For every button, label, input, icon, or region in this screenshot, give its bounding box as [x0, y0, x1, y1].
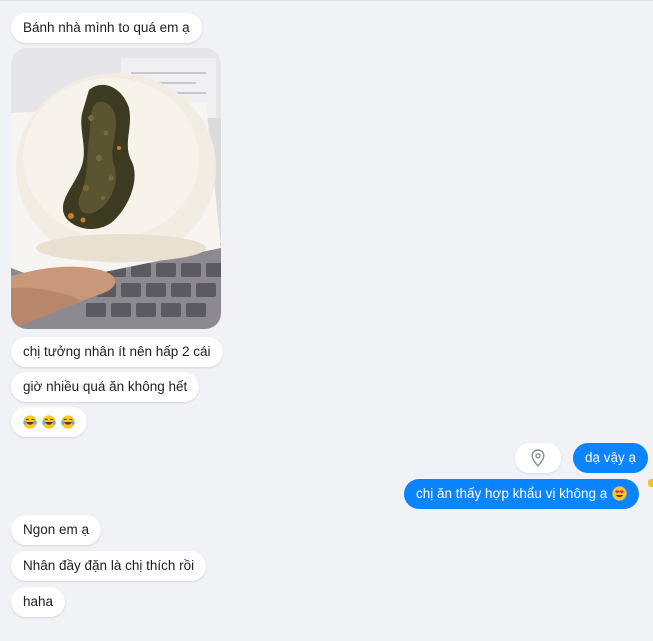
message-outgoing[interactable]: chị ăn thấy hợp khẩu vị không ạ	[404, 479, 640, 509]
message-text: dạ vậy ạ	[585, 450, 637, 465]
message-incoming[interactable]: Nhân đầy đặn là chị thích rồi	[11, 551, 207, 581]
message-incoming-emoji[interactable]	[11, 407, 87, 437]
message-text: chị tưởng nhân ít nên hấp 2 cái	[23, 344, 211, 359]
location-pin-icon	[531, 449, 545, 467]
message-incoming[interactable]: haha	[11, 587, 66, 617]
message-text: giờ nhiều quá ăn không hết	[23, 379, 188, 394]
laughing-crying-emoji-icon	[23, 415, 37, 429]
message-text: Ngon em ạ	[23, 522, 90, 537]
message-text: Bánh nhà mình to quá em ạ	[23, 20, 190, 35]
message-outgoing[interactable]: dạ vậy ạ	[573, 443, 649, 473]
location-pin-button[interactable]	[515, 443, 561, 473]
reaction-indicator	[648, 479, 653, 487]
chat-thread: Bánh nhà mình to quá em ạ chị tưởng nhân…	[0, 0, 653, 641]
message-text: haha	[23, 594, 54, 609]
laughing-crying-emoji-icon	[42, 415, 56, 429]
message-text: chị ăn thấy hợp khẩu vị không ạ	[416, 486, 608, 501]
photo-message[interactable]	[11, 48, 221, 329]
message-incoming[interactable]: giờ nhiều quá ăn không hết	[11, 372, 200, 402]
message-incoming[interactable]: Bánh nhà mình to quá em ạ	[11, 13, 202, 43]
message-text: Nhân đầy đặn là chị thích rồi	[23, 558, 195, 573]
steamed-bun-photo	[11, 48, 221, 329]
message-incoming[interactable]: Ngon em ạ	[11, 515, 102, 545]
laughing-crying-emoji-icon	[61, 415, 75, 429]
heart-eyes-emoji-icon	[612, 486, 627, 501]
message-incoming[interactable]: chị tưởng nhân ít nên hấp 2 cái	[11, 337, 223, 367]
